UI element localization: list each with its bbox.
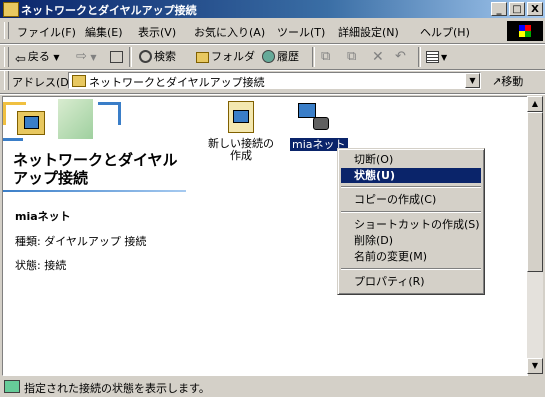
- menu-delete[interactable]: 削除(D): [341, 233, 481, 248]
- forward-button[interactable]: ⇨ ▼: [76, 48, 97, 66]
- new-connection-item[interactable]: 新しい接続の作成: [203, 100, 279, 170]
- title-bar[interactable]: ネットワークとダイヤルアップ接続 _ □ X: [0, 0, 545, 18]
- menu-disconnect[interactable]: 切断(O): [341, 152, 481, 167]
- views-dropdown-icon[interactable]: ▼: [441, 53, 447, 62]
- back-dropdown-icon[interactable]: ▼: [53, 53, 59, 62]
- delete-button[interactable]: ✕: [372, 48, 384, 66]
- new-connection-icon: [228, 101, 254, 133]
- folders-icon: [196, 52, 209, 63]
- menu-favorites[interactable]: お気に入り(A): [194, 24, 265, 40]
- menu-rename[interactable]: 名前の変更(M): [341, 249, 481, 264]
- back-arrow-icon: ⇦: [15, 52, 26, 67]
- history-button[interactable]: 履歴: [262, 48, 299, 66]
- address-dropdown-button[interactable]: ▼: [465, 73, 480, 88]
- scroll-up-button[interactable]: ▲: [527, 96, 543, 112]
- selected-item-type: 種類: ダイヤルアップ 接続: [15, 235, 147, 248]
- undo-icon: ↶: [395, 49, 406, 64]
- copy-to-icon: ⧉: [347, 49, 357, 64]
- address-label: アドレス(D): [12, 76, 74, 89]
- delete-x-icon: ✕: [372, 49, 384, 65]
- move-to-button[interactable]: ⧉: [321, 48, 330, 66]
- menu-help[interactable]: ヘルプ(H): [420, 24, 470, 40]
- window-title: ネットワークとダイヤルアップ接続: [21, 4, 197, 17]
- menu-advanced[interactable]: 詳細設定(N): [338, 24, 399, 40]
- menu-create-shortcut[interactable]: ショートカットの作成(S): [341, 217, 481, 232]
- up-folder-icon: [110, 51, 123, 63]
- copy-to-button[interactable]: ⧉: [347, 48, 356, 66]
- toolbar-separator: [129, 47, 132, 67]
- windows-logo: [507, 21, 543, 41]
- vertical-scrollbar[interactable]: ▲ ▼: [527, 96, 543, 374]
- menu-edit[interactable]: 編集(E): [85, 24, 123, 40]
- network-status-icon: [4, 380, 20, 393]
- context-menu: 切断(O) 状態(U) コピーの作成(C) ショートカットの作成(S) 削除(D…: [337, 148, 485, 295]
- forward-arrow-icon: ⇨: [76, 49, 87, 64]
- menu-separator: [341, 268, 481, 270]
- menu-status[interactable]: 状態(U): [341, 168, 481, 183]
- mia-net-connection-item[interactable]: miaネット: [287, 100, 348, 155]
- toolbar-grip[interactable]: [4, 47, 9, 67]
- minimize-button[interactable]: _: [491, 2, 507, 16]
- status-bar: 指定された接続の状態を表示します。: [0, 377, 545, 397]
- folder-icon: [72, 75, 86, 87]
- menu-bar: ファイル(F) 編集(E) 表示(V) お気に入り(A) ツール(T) 詳細設定…: [0, 20, 545, 42]
- move-to-icon: ⧉: [321, 49, 331, 64]
- status-text: 指定された接続の状態を表示します。: [24, 382, 210, 395]
- divider: [0, 69, 545, 71]
- address-field[interactable]: ネットワークとダイヤルアップ接続 ▼: [68, 72, 481, 89]
- addressbar-grip[interactable]: [4, 71, 9, 90]
- scroll-thumb[interactable]: [527, 112, 543, 272]
- menu-tools[interactable]: ツール(T): [277, 24, 325, 40]
- scroll-down-button[interactable]: ▼: [527, 358, 543, 374]
- folder-icon: [3, 2, 19, 17]
- history-icon: [262, 50, 275, 63]
- selected-item-status: 状態: 接続: [15, 259, 67, 272]
- menu-properties[interactable]: プロパティ(R): [341, 274, 481, 289]
- decoration: [58, 99, 93, 139]
- back-button[interactable]: ⇦ 戻る ▼: [15, 48, 60, 67]
- maximize-button[interactable]: □: [509, 2, 525, 16]
- close-button[interactable]: X: [527, 2, 543, 16]
- folders-button[interactable]: フォルダ: [196, 48, 255, 66]
- divider: [0, 93, 545, 95]
- divider: [0, 43, 545, 45]
- menu-create-copy[interactable]: コピーの作成(C): [341, 192, 481, 207]
- search-icon: [139, 50, 152, 63]
- up-folder-button[interactable]: [110, 48, 125, 66]
- go-arrow-icon: ↗: [492, 75, 502, 88]
- views-grid-icon: [426, 51, 439, 63]
- menu-view[interactable]: 表示(V): [138, 24, 176, 40]
- title-underline: [3, 190, 186, 192]
- menu-file[interactable]: ファイル(F): [17, 24, 76, 40]
- new-connection-label: 新しい接続の作成: [208, 137, 274, 162]
- side-panel-title: ネットワークとダイヤルアップ接続: [13, 151, 178, 187]
- decoration: [98, 102, 121, 125]
- undo-button[interactable]: ↶: [395, 48, 406, 66]
- toolbar-separator: [418, 47, 421, 67]
- search-button[interactable]: 検索: [139, 48, 176, 66]
- address-value: ネットワークとダイヤルアップ接続: [89, 76, 265, 89]
- views-button[interactable]: ▼: [426, 48, 447, 66]
- menubar-grip[interactable]: [4, 22, 9, 39]
- network-connections-icon: [17, 111, 45, 135]
- menu-separator: [341, 211, 481, 213]
- toolbar-separator: [312, 47, 315, 67]
- selected-item-name: miaネット: [15, 210, 71, 223]
- menu-separator: [341, 186, 481, 188]
- go-button[interactable]: ↗移動: [492, 73, 523, 89]
- dialup-connection-icon: [298, 101, 329, 131]
